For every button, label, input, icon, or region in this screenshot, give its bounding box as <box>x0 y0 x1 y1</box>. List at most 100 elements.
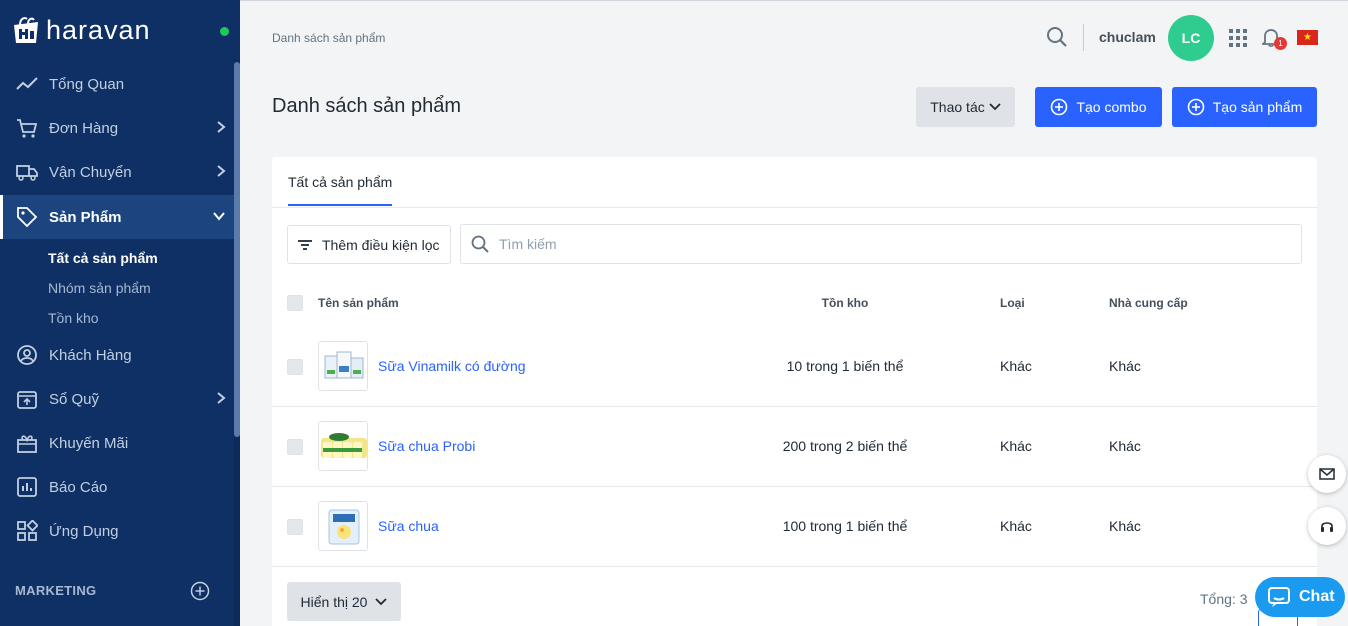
chevron-right-icon <box>217 392 226 404</box>
tab-all-products[interactable]: Tất cả sản phẩm <box>288 174 392 190</box>
sidebar-item-label: Khách Hàng <box>49 346 132 364</box>
online-status-dot <box>220 27 229 36</box>
product-thumbnail[interactable] <box>318 421 368 471</box>
sidebar-item-shipping[interactable]: Vận Chuyển <box>0 150 234 194</box>
top-border <box>240 0 1348 1</box>
column-header-vendor[interactable]: Nhà cung cấp <box>1109 296 1188 310</box>
actions-label: Thao tác <box>930 99 985 115</box>
product-name-link[interactable]: Sữa Vinamilk có đường <box>378 358 526 374</box>
username[interactable]: chuclam <box>1099 29 1156 45</box>
sidebar: haravan Tổng Quan Đơn Hàng Vận Chuyển Sả… <box>0 0 240 626</box>
row-checkbox[interactable] <box>287 359 303 375</box>
stock-cell: 10 trong 1 biến thể <box>786 358 904 374</box>
logo-text: haravan <box>46 14 151 45</box>
report-icon <box>16 476 38 498</box>
sidebar-item-customers[interactable]: Khách Hàng <box>0 333 234 377</box>
sidebar-item-label: Đơn Hàng <box>49 119 119 137</box>
type-cell: Khác <box>1000 518 1032 534</box>
email-float-button[interactable] <box>1308 455 1346 493</box>
sidebar-item-label: Sản Phẩm <box>49 208 122 226</box>
page-size-label: Hiển thị 20 <box>300 593 368 610</box>
trend-icon <box>16 73 38 95</box>
stock-cell: 200 trong 2 biến thể <box>782 438 908 454</box>
sidebar-subitem-product-groups[interactable]: Nhóm sản phẩm <box>48 280 151 296</box>
sidebar-item-cashbook[interactable]: Sổ Quỹ <box>0 377 234 421</box>
actions-dropdown-button[interactable]: Thao tác <box>916 87 1015 127</box>
type-cell: Khác <box>1000 358 1032 374</box>
create-combo-label: Tạo combo <box>1076 99 1147 115</box>
search-field[interactable] <box>460 224 1302 264</box>
sidebar-item-label: Sổ Quỹ <box>49 390 100 408</box>
product-list-card: Tất cả sản phẩm Thêm điều kiện lọc Tên s… <box>272 157 1317 626</box>
plus-circle-icon <box>1187 98 1205 116</box>
sidebar-item-reports[interactable]: Báo Cáo <box>0 465 234 509</box>
sidebar-item-orders[interactable]: Đơn Hàng <box>0 106 234 150</box>
column-header-type[interactable]: Loại <box>1000 296 1025 310</box>
table-row[interactable]: Sữa Vinamilk có đường 10 trong 1 biến th… <box>272 327 1317 407</box>
sidebar-item-apps[interactable]: Ứng Dụng <box>0 509 234 553</box>
search-input[interactable] <box>499 236 1259 252</box>
cart-icon <box>16 117 38 139</box>
vietnam-flag-icon[interactable]: ★ <box>1297 30 1318 45</box>
vendor-cell: Khác <box>1109 358 1141 374</box>
sidebar-item-label: Khuyến Mãi <box>49 434 129 452</box>
chat-button[interactable]: Chat <box>1255 577 1345 617</box>
product-thumbnail[interactable] <box>318 501 368 551</box>
marketing-section-label: MARKETING <box>15 583 97 598</box>
chevron-down-icon <box>213 212 225 221</box>
sidebar-item-products[interactable]: Sản Phẩm <box>0 195 234 239</box>
headset-icon <box>1321 522 1333 532</box>
user-circle-icon <box>16 344 38 366</box>
row-checkbox[interactable] <box>287 439 303 455</box>
tab-divider <box>272 207 1317 208</box>
add-filter-button[interactable]: Thêm điều kiện lọc <box>287 225 451 264</box>
sidebar-item-label: Báo Cáo <box>49 478 108 496</box>
chat-label: Chat <box>1299 588 1335 605</box>
page-size-select[interactable]: Hiển thị 20 <box>287 582 401 621</box>
cashbox-icon <box>16 388 38 410</box>
apps-icon <box>16 520 38 542</box>
chevron-right-icon <box>217 165 226 177</box>
breadcrumb[interactable]: Danh sách sản phẩm <box>272 31 385 45</box>
product-thumbnail[interactable] <box>318 341 368 391</box>
chevron-down-icon <box>989 103 1001 111</box>
vendor-cell: Khác <box>1109 438 1141 454</box>
total-count: Tổng: 3 <box>1200 591 1248 607</box>
row-checkbox[interactable] <box>287 519 303 535</box>
column-header-stock[interactable]: Tồn kho <box>750 296 940 310</box>
product-name-link[interactable]: Sữa chua <box>378 518 439 534</box>
plus-circle-icon <box>1051 98 1068 116</box>
chevron-down-icon <box>375 597 388 605</box>
select-all-checkbox[interactable] <box>287 295 303 311</box>
create-combo-button[interactable]: Tạo combo <box>1035 87 1162 127</box>
sidebar-item-label: Ứng Dụng <box>49 522 119 540</box>
search-icon <box>471 235 489 253</box>
mail-icon <box>1319 468 1335 480</box>
chat-bubble-icon <box>1268 587 1290 607</box>
haravan-logo[interactable]: haravan <box>10 14 151 46</box>
sidebar-item-label: Tổng Quan <box>49 75 125 93</box>
add-circle-icon[interactable] <box>190 581 210 601</box>
support-float-button[interactable] <box>1308 507 1346 545</box>
app-grid-icon[interactable] <box>1229 29 1247 47</box>
sidebar-subitem-inventory[interactable]: Tồn kho <box>48 310 99 326</box>
tag-icon <box>16 206 38 228</box>
sidebar-item-overview[interactable]: Tổng Quan <box>0 62 234 106</box>
page-title: Danh sách sản phẩm <box>272 95 462 117</box>
avatar[interactable]: LC <box>1168 15 1214 61</box>
header-divider <box>1083 24 1084 51</box>
bag-icon <box>14 17 38 43</box>
truck-icon <box>16 161 38 183</box>
product-name-link[interactable]: Sữa chua Probi <box>378 438 475 454</box>
sidebar-scrollbar-thumb[interactable] <box>234 62 240 437</box>
chevron-right-icon <box>217 121 226 133</box>
search-icon[interactable] <box>1046 26 1068 48</box>
sidebar-subitem-all-products[interactable]: Tất cả sản phẩm <box>48 250 158 266</box>
add-filter-label: Thêm điều kiện lọc <box>322 236 440 253</box>
sidebar-item-promotions[interactable]: Khuyến Mãi <box>0 421 234 465</box>
table-row[interactable]: Sữa chua Probi 200 trong 2 biến thể Khác… <box>272 407 1317 487</box>
create-product-button[interactable]: Tạo sản phẩm <box>1172 87 1317 127</box>
sidebar-item-label: Vận Chuyển <box>49 163 132 181</box>
table-row[interactable]: Sữa chua 100 trong 1 biến thể Khác Khác <box>272 487 1317 567</box>
column-header-name[interactable]: Tên sản phẩm <box>318 296 399 310</box>
